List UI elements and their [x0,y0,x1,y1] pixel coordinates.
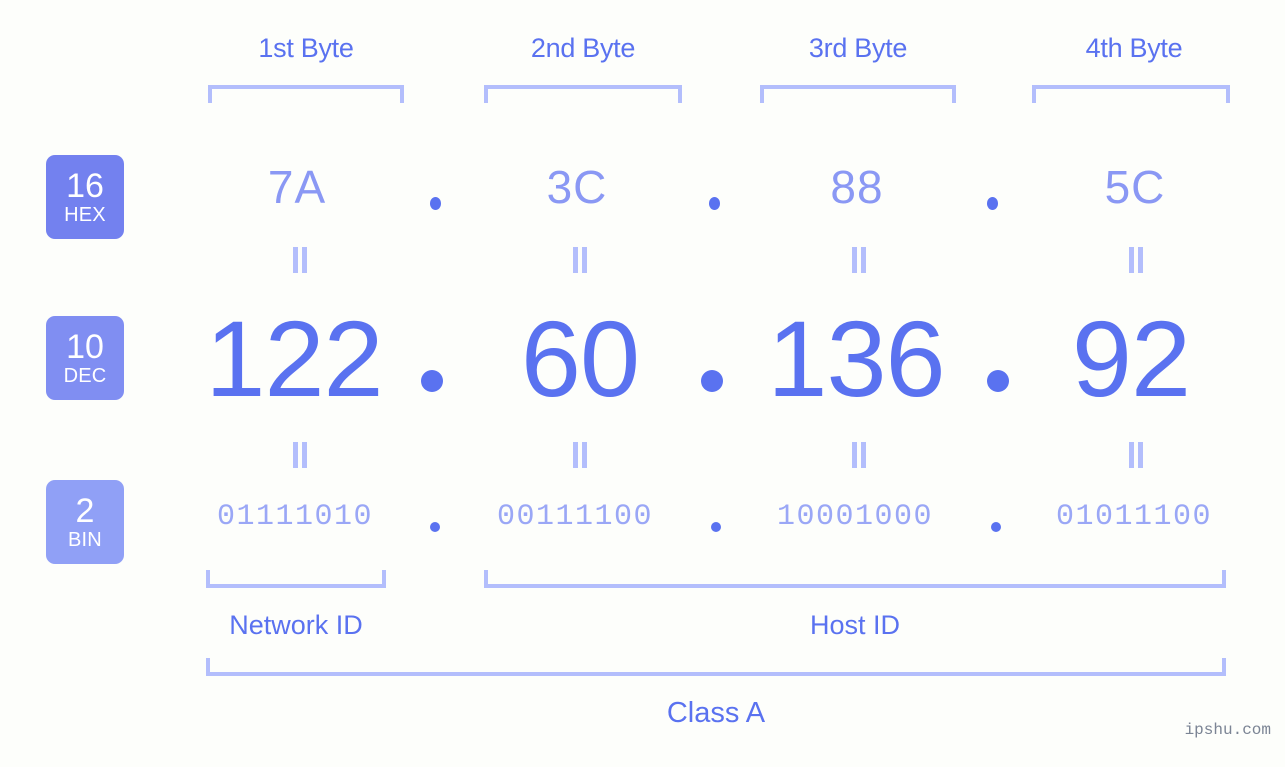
byte-header-3: 3rd Byte [808,33,908,63]
equals-mark-dec-bin-4 [1126,442,1146,468]
dec-octet-2: 60 [520,298,640,419]
bin-separator-dot-3 [991,522,1001,532]
byte-header-4: 4th Byte [1085,33,1183,63]
ip-address-diagram: 1st Byte 2nd Byte 3rd Byte 4th Byte 16 H… [0,0,1285,767]
hex-octet-4: 5C [1104,161,1166,213]
hex-octet-1: 7A [267,161,327,213]
dec-octet-3: 136 [767,298,945,419]
equals-mark-hex-dec-2 [570,247,590,273]
badge-dec: 10 DEC [46,316,124,400]
bin-separator-dot-1 [430,522,440,532]
dec-octet-4: 92 [1071,298,1191,419]
byte-header-1: 1st Byte [258,33,354,63]
bin-separator-dot-2 [711,522,721,532]
hex-separator-dot-3 [987,197,998,210]
badge-dec-number: 10 [66,328,104,366]
bin-octet-4: 01011100 [1055,500,1213,534]
hex-separator-dot-1 [430,197,441,210]
badge-dec-name: DEC [63,365,107,387]
equals-mark-hex-dec-3 [849,247,869,273]
dec-separator-dot-3 [987,370,1009,392]
badge-hex-name: HEX [64,204,106,226]
badge-bin-name: BIN [68,529,102,551]
byte-bracket-top-2 [484,85,682,103]
bin-octet-3: 10001000 [776,500,934,534]
network-id-label: Network ID [229,610,363,640]
equals-mark-dec-bin-3 [849,442,869,468]
equals-mark-dec-bin-1 [290,442,310,468]
equals-mark-hex-dec-4 [1126,247,1146,273]
bin-octet-2: 00111100 [496,500,654,534]
hex-octet-2: 3C [546,161,608,213]
byte-bracket-top-3 [760,85,956,103]
badge-bin-number: 2 [75,492,95,530]
badge-hex-number: 16 [66,167,104,205]
badge-hex: 16 HEX [46,155,124,239]
badge-bin: 2 BIN [46,480,124,564]
equals-mark-hex-dec-1 [290,247,310,273]
dec-separator-dot-1 [421,370,443,392]
byte-bracket-top-1 [208,85,404,103]
equals-mark-dec-bin-2 [570,442,590,468]
dec-octet-1: 122 [205,298,383,419]
network-id-bracket [206,570,386,588]
class-label: Class A [666,697,766,729]
bin-octet-1: 01111010 [216,500,374,534]
host-id-bracket [484,570,1226,588]
byte-bracket-top-4 [1032,85,1230,103]
class-bracket [206,658,1226,676]
site-watermark: ipshu.com [1184,721,1271,739]
hex-separator-dot-2 [709,197,720,210]
host-id-label: Host ID [809,610,901,640]
byte-header-2: 2nd Byte [530,33,636,63]
hex-octet-3: 88 [830,161,884,213]
dec-separator-dot-2 [701,370,723,392]
